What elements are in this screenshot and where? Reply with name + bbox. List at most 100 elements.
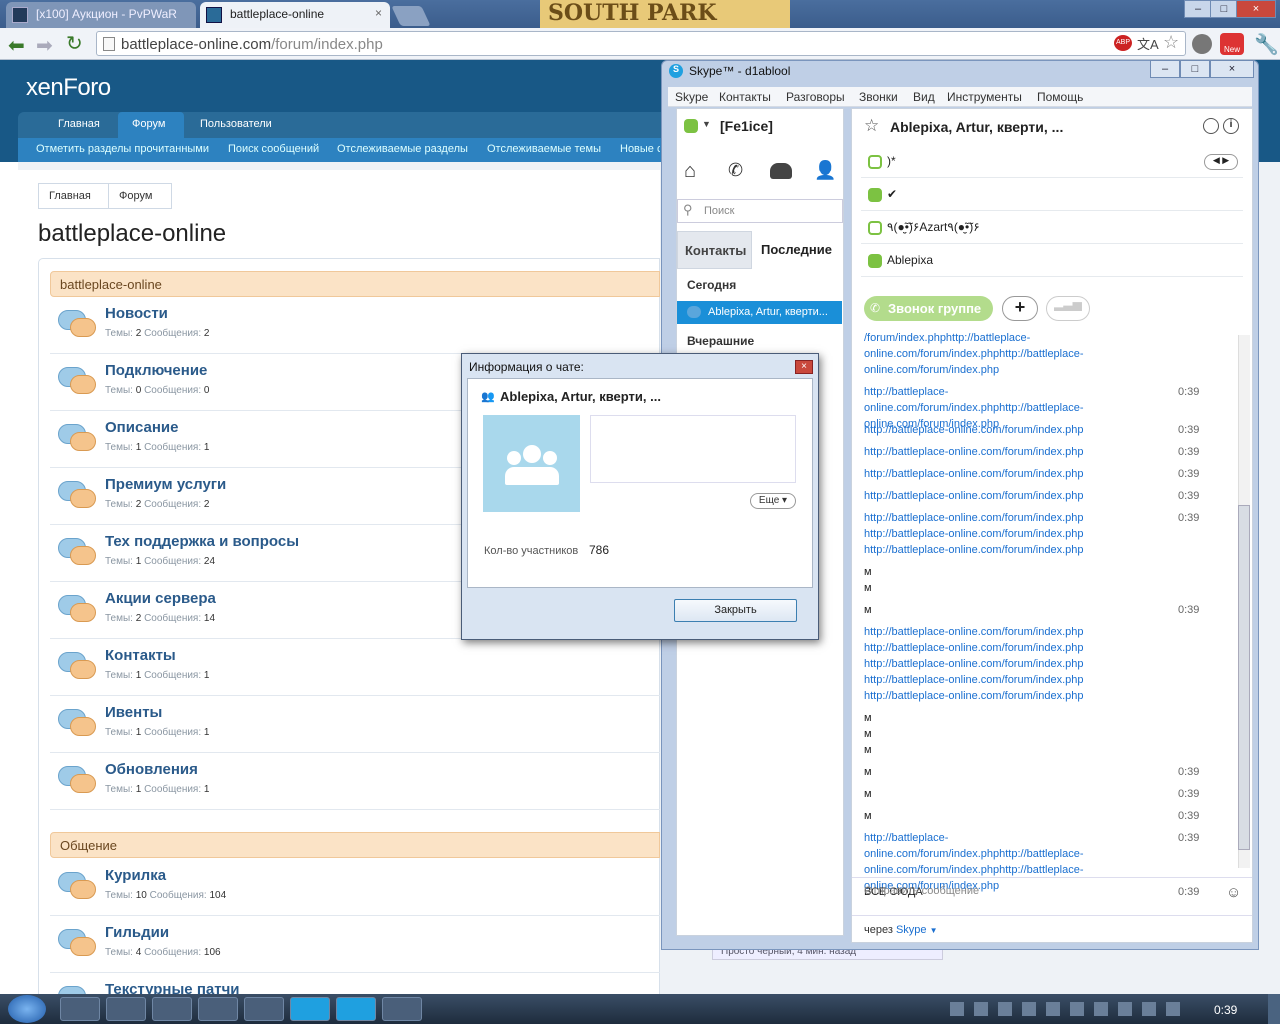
home-icon[interactable]: ⌂ bbox=[684, 160, 696, 183]
tab-contacts[interactable]: Контакты bbox=[677, 231, 752, 269]
tab-members[interactable]: Пользователи bbox=[190, 112, 282, 138]
via-skype-link[interactable]: Skype bbox=[896, 924, 927, 936]
extension-icon[interactable] bbox=[1192, 34, 1212, 54]
message-link[interactable]: http://battleplace-online.com/forum/inde… bbox=[864, 466, 1154, 482]
status-dropdown-icon[interactable]: ▼ bbox=[702, 119, 711, 129]
node-title[interactable]: Тех поддержка и вопросы bbox=[105, 533, 299, 550]
back-icon[interactable]: ⬅ bbox=[8, 33, 25, 58]
node-title[interactable]: Ивенты bbox=[105, 704, 162, 721]
menu-calls[interactable]: Звонки bbox=[859, 90, 898, 104]
node-title[interactable]: Акции сервера bbox=[105, 590, 216, 607]
emoticon-icon[interactable]: ☺ bbox=[1226, 884, 1241, 901]
category-header[interactable]: battleplace-online bbox=[50, 271, 660, 297]
add-contact-icon[interactable]: 👤 bbox=[814, 160, 836, 181]
message-link[interactable]: http://battleplace-online.com/forum/inde… bbox=[864, 510, 1154, 558]
node-title[interactable]: Подключение bbox=[105, 362, 207, 379]
menu-view[interactable]: Вид bbox=[913, 90, 935, 104]
chevron-down-icon[interactable]: ▼ bbox=[930, 926, 938, 935]
reload-icon[interactable]: ↻ bbox=[66, 31, 83, 56]
new-posts-link[interactable]: Новые с bbox=[620, 143, 660, 155]
menu-conversations[interactable]: Разговоры bbox=[786, 90, 845, 104]
info-icon[interactable]: i bbox=[1223, 118, 1239, 134]
skype-taskbar-icon[interactable] bbox=[336, 997, 376, 1021]
chrome-taskbar-icon[interactable] bbox=[152, 997, 192, 1021]
group-icon[interactable] bbox=[770, 163, 792, 179]
close-button[interactable]: × bbox=[1236, 0, 1276, 18]
search-posts-link[interactable]: Поиск сообщений bbox=[228, 143, 319, 155]
chat-scrollbar-thumb[interactable] bbox=[1238, 505, 1250, 850]
forum-node[interactable]: Новости Темы: 2 Сообщения: 2 bbox=[50, 298, 660, 354]
message-link[interactable]: /forum/index.phphttp://battleplace-onlin… bbox=[864, 330, 1154, 378]
browser-tab-active[interactable]: battleplace-online × bbox=[200, 2, 390, 28]
tab-close-icon[interactable]: × bbox=[375, 6, 382, 20]
new-badge-icon[interactable]: New bbox=[1220, 33, 1244, 55]
forum-node[interactable]: Обновления Темы: 1 Сообщения: 1 bbox=[50, 754, 660, 810]
skype-taskbar-icon[interactable] bbox=[290, 997, 330, 1021]
node-title[interactable]: Курилка bbox=[105, 867, 166, 884]
forum-logo[interactable]: xenForo bbox=[26, 74, 111, 102]
forum-node[interactable]: Контакты Темы: 1 Сообщения: 1 bbox=[50, 640, 660, 696]
node-title[interactable]: Гильдии bbox=[105, 924, 169, 941]
game-taskbar-icon[interactable] bbox=[382, 997, 422, 1021]
forum-node[interactable]: Гильдии Темы: 4 Сообщения: 106 bbox=[50, 917, 660, 973]
explorer-taskbar-icon[interactable] bbox=[60, 997, 100, 1021]
chat-title[interactable]: Ablepixa, Artur, кверти, ... bbox=[890, 119, 1063, 135]
skype-minimize-button[interactable]: – bbox=[1150, 60, 1180, 78]
recent-chat-selected[interactable]: Ablepixa, Artur, кверти... bbox=[677, 301, 842, 324]
call-group-button[interactable]: Звонок группе bbox=[864, 296, 993, 321]
browser-tab[interactable]: [x100] Аукцион - PvPWaR bbox=[6, 2, 196, 28]
message-link[interactable]: http://battleplace-online.com/forum/inde… bbox=[864, 624, 1154, 704]
translate-icon[interactable]: 文A bbox=[1137, 34, 1159, 53]
message-link[interactable]: http://battleplace-online.com/forum/inde… bbox=[864, 444, 1154, 460]
adblock-icon[interactable]: ABP bbox=[1114, 35, 1132, 51]
watched-forums-link[interactable]: Отслеживаемые разделы bbox=[337, 143, 468, 155]
chat-member[interactable]: )* bbox=[861, 145, 1243, 178]
breadcrumb-forum[interactable]: Форум bbox=[108, 183, 172, 209]
skype-close-button[interactable]: × bbox=[1210, 60, 1254, 78]
star-icon[interactable]: ☆ bbox=[1163, 32, 1179, 53]
more-button[interactable]: Еще ▾ bbox=[750, 493, 796, 509]
chat-member[interactable]: Ablepixa bbox=[861, 244, 1243, 277]
tab-forum[interactable]: Форум bbox=[118, 112, 184, 138]
minimize-button[interactable]: – bbox=[1184, 0, 1212, 18]
message-link[interactable]: http://battleplace-online.com/forum/inde… bbox=[864, 422, 1154, 438]
app-taskbar-icon[interactable] bbox=[244, 997, 284, 1021]
dialog-close-icon[interactable]: × bbox=[795, 360, 813, 374]
skype-username[interactable]: [Fe1ice] bbox=[720, 118, 773, 134]
add-participant-button[interactable]: + bbox=[1002, 296, 1038, 321]
status-online-icon[interactable] bbox=[684, 119, 698, 133]
close-dialog-button[interactable]: Закрыть bbox=[674, 599, 797, 622]
menu-contacts[interactable]: Контакты bbox=[719, 90, 771, 104]
maximize-button[interactable]: □ bbox=[1210, 0, 1238, 18]
node-title[interactable]: Новости bbox=[105, 305, 168, 322]
forum-node[interactable]: Курилка Темы: 10 Сообщения: 104 bbox=[50, 860, 660, 916]
message-link[interactable]: http://battleplace-online.com/forum/inde… bbox=[864, 488, 1154, 504]
menu-help[interactable]: Помощь bbox=[1037, 90, 1083, 104]
node-title[interactable]: Описание bbox=[105, 419, 178, 436]
media-taskbar-icon[interactable] bbox=[106, 997, 146, 1021]
node-title[interactable]: Премиум услуги bbox=[105, 476, 226, 493]
forum-node[interactable]: Ивенты Темы: 1 Сообщения: 1 bbox=[50, 697, 660, 753]
skype-maximize-button[interactable]: □ bbox=[1180, 60, 1210, 78]
tab-home[interactable]: Главная bbox=[48, 112, 110, 138]
steam-taskbar-icon[interactable] bbox=[198, 997, 238, 1021]
phone-icon[interactable]: ✆ bbox=[728, 160, 743, 181]
show-desktop-button[interactable] bbox=[1268, 994, 1280, 1024]
chat-member[interactable]: ٩(●̮̮̃•̃)۶Azart٩(●̮̮̃•̃)۶ bbox=[861, 211, 1243, 244]
chat-member[interactable]: ✔ bbox=[861, 178, 1243, 211]
start-button[interactable] bbox=[8, 995, 46, 1023]
forward-icon[interactable]: ➡ bbox=[36, 33, 53, 58]
topic-field[interactable] bbox=[590, 415, 796, 483]
favorite-star-icon[interactable]: ☆ bbox=[864, 116, 879, 136]
tab-recent[interactable]: Последние bbox=[752, 231, 843, 269]
address-bar[interactable]: battleplace-online.com/forum/index.php A… bbox=[96, 31, 1186, 56]
node-title[interactable]: Обновления bbox=[105, 761, 198, 778]
watched-threads-link[interactable]: Отслеживаемые темы bbox=[487, 143, 601, 155]
menu-skype[interactable]: Skype bbox=[675, 90, 708, 104]
skype-search-input[interactable]: Поиск bbox=[677, 199, 843, 223]
category-header[interactable]: Общение bbox=[50, 832, 660, 858]
system-tray-icons[interactable] bbox=[950, 1002, 1180, 1016]
participants-icon[interactable] bbox=[1203, 118, 1219, 134]
breadcrumb-home[interactable]: Главная bbox=[38, 183, 110, 209]
menu-tools[interactable]: Инструменты bbox=[947, 90, 1022, 104]
